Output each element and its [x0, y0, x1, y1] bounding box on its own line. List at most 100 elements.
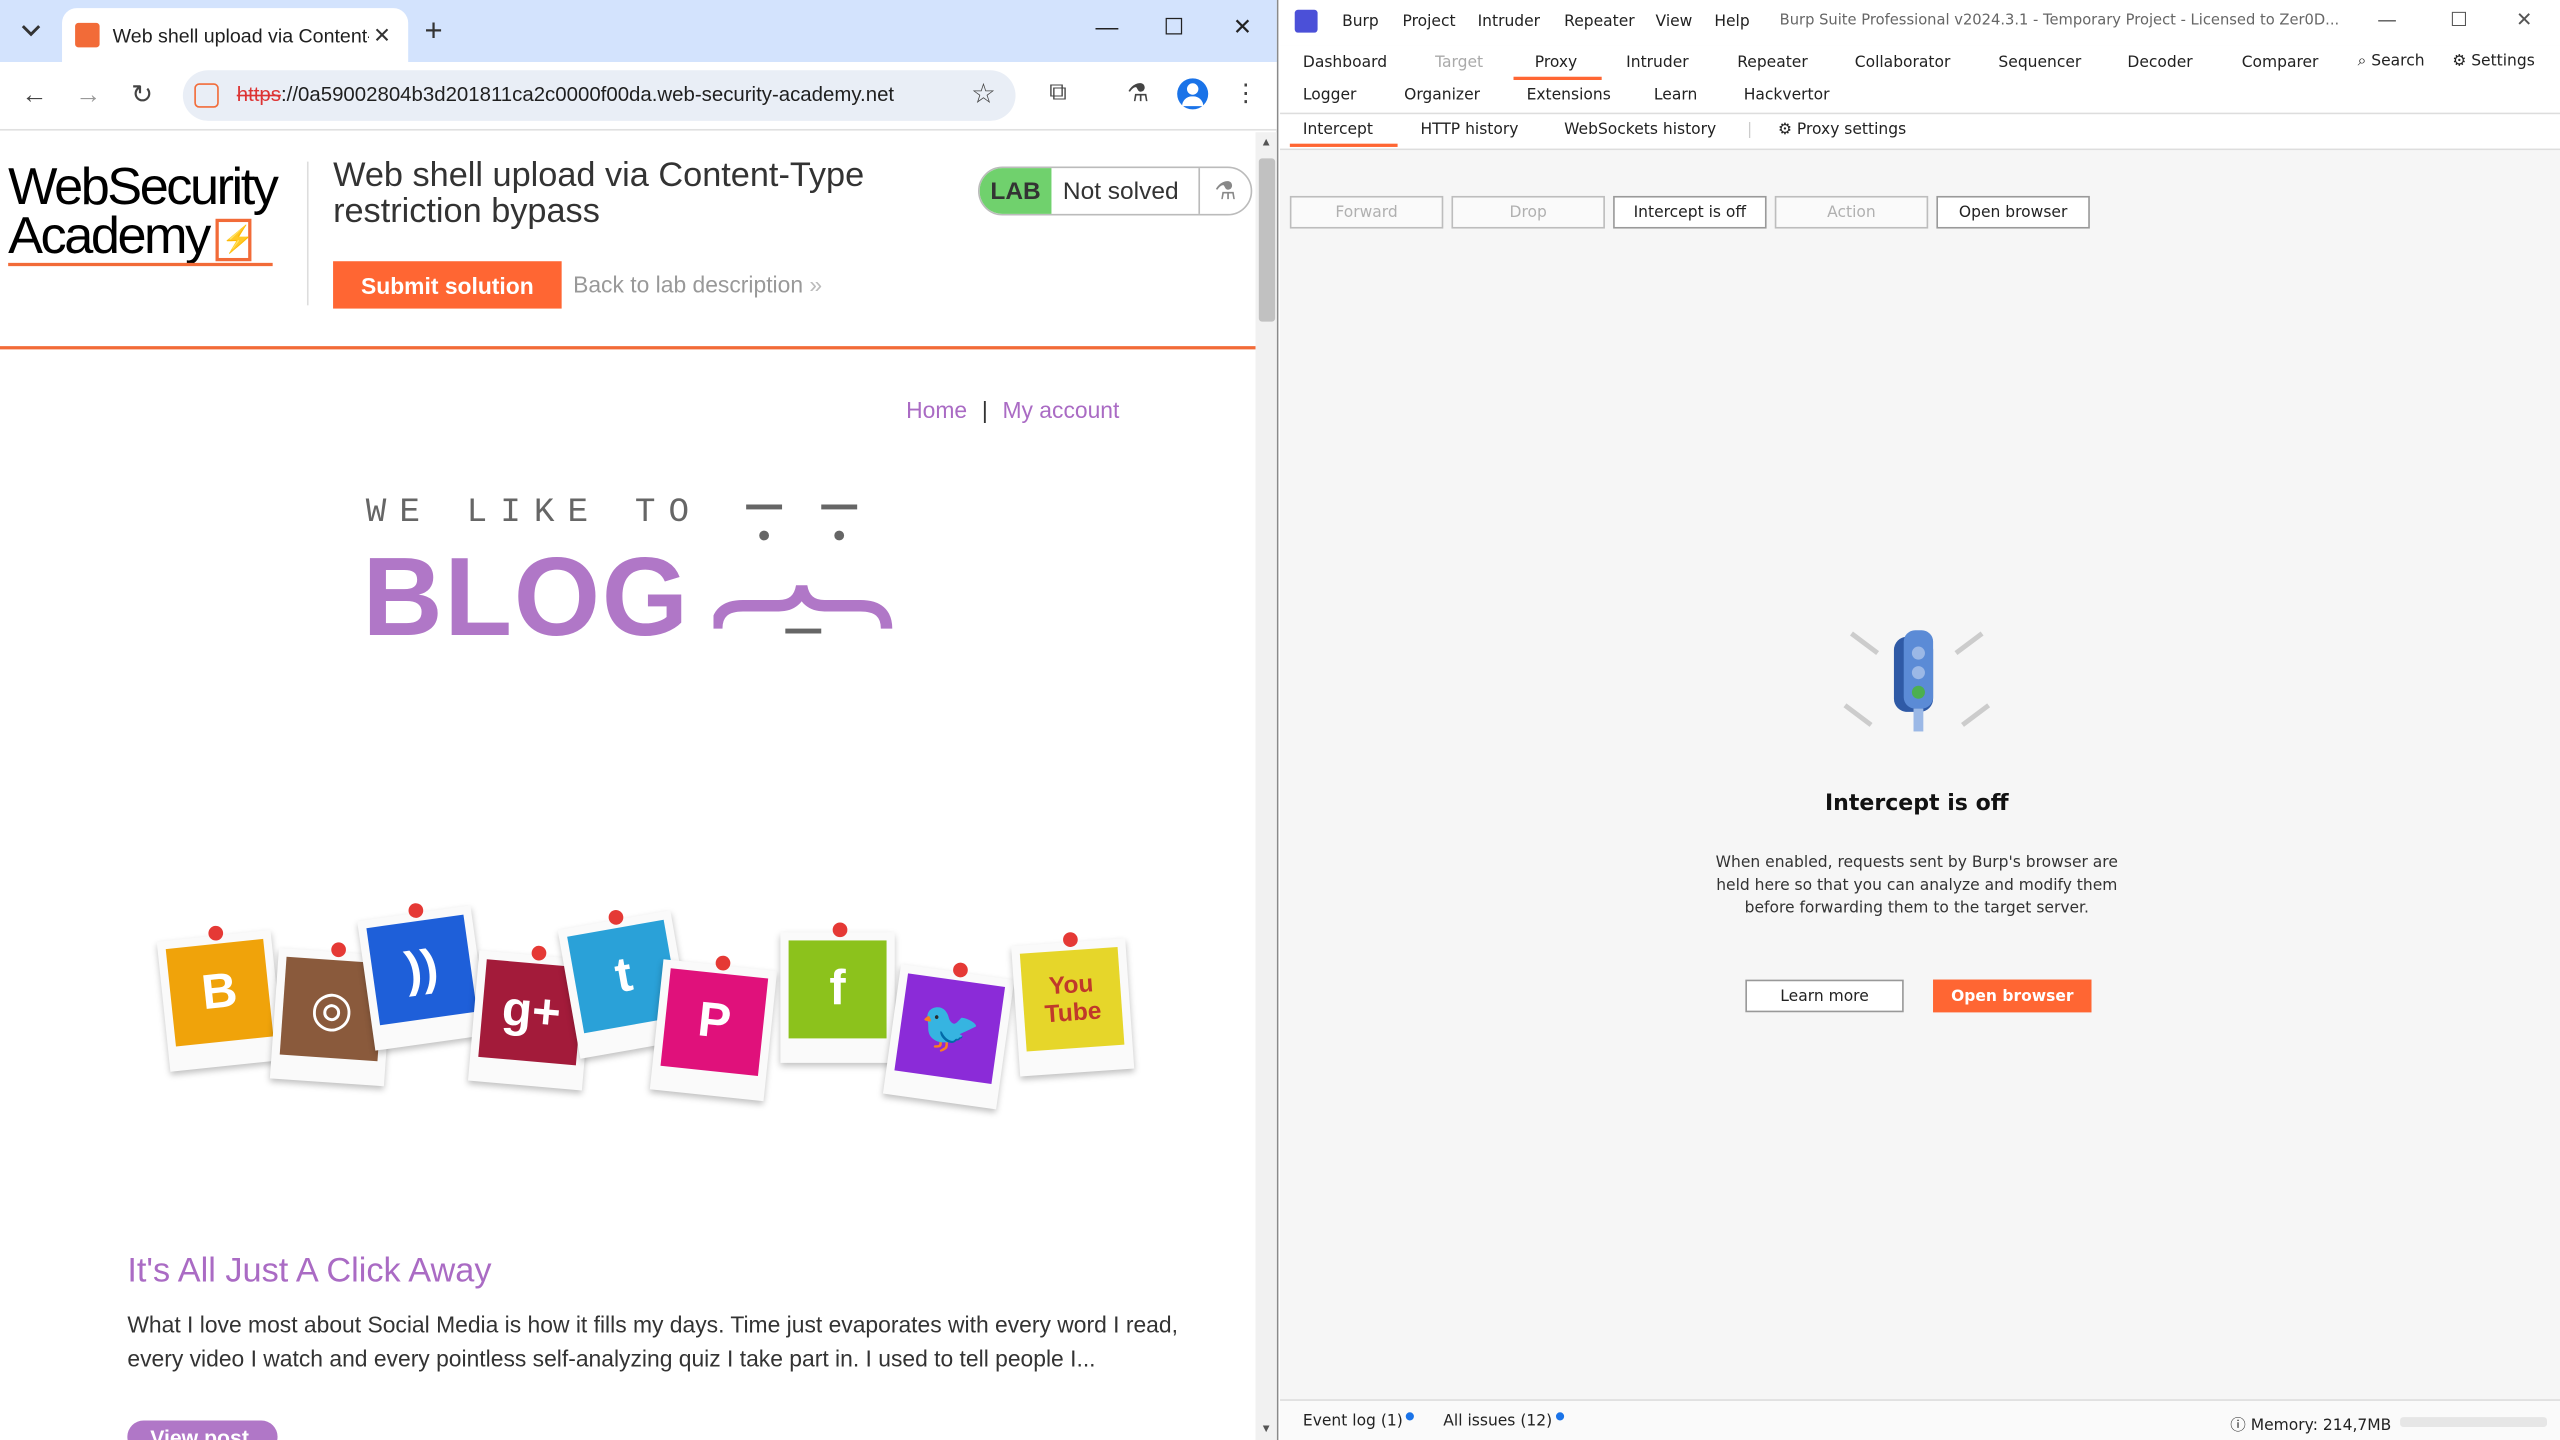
open-browser-button[interactable]: Open browser	[1933, 979, 2092, 1013]
tab-comparer[interactable]: Comparer	[2242, 54, 2319, 72]
menu-intruder[interactable]: Intruder	[1478, 13, 1540, 31]
menu-burp[interactable]: Burp	[1342, 13, 1379, 31]
action-button[interactable]: Action	[1774, 195, 1929, 229]
scroll-thumb[interactable]	[1258, 158, 1276, 322]
pushpin-icon	[330, 941, 347, 958]
tab-organizer[interactable]: Organizer	[1404, 87, 1480, 105]
burp-window: Burp Project Intruder Repeater View Help…	[1280, 0, 2560, 1440]
burp-status-bar: Event log (1) All issues (12) ⓘ Memory: …	[1280, 1399, 2560, 1440]
bookmark-star-icon[interactable]: ☆	[971, 78, 996, 111]
social-tile-youtube: You Tube	[1011, 931, 1135, 1077]
web-page: WebSecurity Academy Web shell upload via…	[0, 132, 1256, 1440]
social-tile-face: You Tube	[1019, 946, 1125, 1052]
open-browser-toolbar-button[interactable]: Open browser	[1936, 195, 2090, 229]
social-tile-pinterest: P	[649, 955, 778, 1102]
tab-learn[interactable]: Learn	[1654, 87, 1697, 105]
all-issues-link[interactable]: All issues (12)	[1443, 1412, 1564, 1430]
tab-logger[interactable]: Logger	[1303, 87, 1356, 105]
url-text[interactable]: https://0a59002804b3d201811ca2c0000f00da…	[237, 83, 894, 106]
site-info-icon[interactable]	[194, 83, 219, 108]
tab-proxy[interactable]: Proxy	[1513, 54, 1602, 81]
tab-sequencer[interactable]: Sequencer	[1998, 54, 2081, 72]
forward-icon[interactable]: →	[70, 78, 106, 114]
profile-avatar[interactable]	[1177, 78, 1209, 110]
scroll-up-icon[interactable]: ▲	[1260, 137, 1271, 148]
empty-state-title: Intercept is off	[1824, 790, 2009, 817]
address-bar[interactable]: https://0a59002804b3d201811ca2c0000f00da…	[182, 70, 1016, 121]
menu-repeater[interactable]: Repeater	[1564, 13, 1635, 31]
pushpin-icon	[714, 955, 732, 972]
site-nav: Home | My account	[906, 397, 1119, 423]
social-tile-f: f	[780, 922, 895, 1063]
tab-collaborator[interactable]: Collaborator	[1855, 54, 1951, 72]
brand-face-icon	[713, 504, 893, 634]
social-tile-blogger: B	[156, 925, 285, 1072]
info-icon: ⓘ	[2230, 1417, 2246, 1436]
maximize-icon[interactable]: ☐	[1149, 13, 1198, 41]
subtab-http-history[interactable]: HTTP history	[1420, 121, 1518, 139]
memory-label: Memory: 214,7MB	[2250, 1417, 2392, 1436]
proxy-settings-label: Proxy settings	[1796, 120, 1907, 139]
subtab-websockets-history[interactable]: WebSockets history	[1564, 121, 1716, 139]
subtab-intercept[interactable]: Intercept	[1289, 121, 1398, 147]
page-scrollbar[interactable]: ▲ ▼	[1255, 132, 1277, 1440]
lab-header: WebSecurity Academy Web shell upload via…	[0, 132, 1256, 350]
close-tab-icon[interactable]: ✕	[369, 22, 395, 48]
logo-line2: Academy	[8, 205, 211, 265]
reload-icon[interactable]: ↻	[124, 78, 160, 114]
menu-kebab-icon[interactable]: ⋮	[1228, 78, 1264, 108]
social-tile-face: ))	[366, 914, 478, 1026]
settings-button[interactable]: ⚙ Settings	[2452, 52, 2535, 70]
burp-maximize-icon[interactable]: ☐	[2443, 8, 2476, 31]
memory-indicator: ⓘ Memory: 214,7MB	[2230, 1412, 2391, 1435]
menu-view[interactable]: View	[1656, 13, 1693, 31]
forward-button[interactable]: Forward	[1289, 195, 1444, 229]
tab-hackvertor[interactable]: Hackvertor	[1744, 87, 1830, 105]
labs-flask-icon[interactable]: ⚗	[1120, 78, 1156, 108]
gear-icon: ⚙	[2452, 52, 2467, 71]
nav-separator: |	[981, 396, 988, 423]
scroll-down-icon[interactable]: ▼	[1260, 1424, 1271, 1435]
search-button[interactable]: ⌕ Search	[2358, 52, 2425, 70]
nav-my-account-link[interactable]: My account	[1002, 397, 1119, 423]
nav-home-link[interactable]: Home	[906, 397, 967, 423]
tab-repeater[interactable]: Repeater	[1737, 54, 1808, 72]
new-tab-button[interactable]: +	[425, 15, 443, 51]
tab-intruder[interactable]: Intruder	[1626, 54, 1688, 72]
submit-solution-button[interactable]: Submit solution	[333, 261, 562, 309]
social-tile-face: P	[660, 968, 769, 1076]
header-divider	[306, 161, 309, 306]
settings-label: Settings	[2471, 52, 2535, 71]
tab-dashboard[interactable]: Dashboard	[1303, 54, 1387, 72]
pushpin-icon	[832, 922, 848, 938]
minimize-icon[interactable]: —	[1082, 13, 1131, 39]
burp-app-title: Burp Suite Professional v2024.3.1 - Temp…	[1779, 13, 2340, 30]
menu-help[interactable]: Help	[1714, 13, 1749, 31]
pushpin-icon	[407, 902, 425, 919]
social-tile-face: 🐦	[894, 973, 1006, 1085]
browser-tab[interactable]: Web shell upload via Content- ✕	[62, 8, 409, 63]
burp-minimize-icon[interactable]: —	[2371, 8, 2404, 31]
drop-button[interactable]: Drop	[1451, 195, 1605, 229]
extensions-icon[interactable]: ⧉	[1040, 78, 1076, 106]
tab-search-button[interactable]	[11, 13, 50, 49]
event-log-indicator	[1406, 1412, 1415, 1421]
learn-more-button[interactable]: Learn more	[1745, 979, 1904, 1013]
logo-underline	[8, 262, 273, 267]
tab-extensions[interactable]: Extensions	[1527, 87, 1611, 105]
intercept-toggle-button[interactable]: Intercept is off	[1613, 195, 1767, 229]
post-title[interactable]: It's All Just A Click Away	[127, 1252, 491, 1291]
proxy-settings-button[interactable]: ⚙ Proxy settings	[1778, 121, 1906, 139]
tab-title: Web shell upload via Content-	[112, 23, 369, 47]
brand-title: BLOG	[362, 535, 690, 660]
tab-target[interactable]: Target	[1435, 54, 1483, 72]
tab-decoder[interactable]: Decoder	[2127, 54, 2192, 72]
web-security-academy-logo[interactable]: WebSecurity Academy	[8, 160, 302, 265]
back-to-lab-description-link[interactable]: Back to lab description »	[573, 271, 822, 297]
back-icon[interactable]: ←	[16, 78, 52, 114]
menu-project[interactable]: Project	[1402, 13, 1455, 31]
burp-close-icon[interactable]: ✕	[2508, 8, 2541, 31]
event-log-link[interactable]: Event log (1)	[1303, 1412, 1415, 1430]
close-window-icon[interactable]: ✕	[1218, 13, 1267, 41]
view-post-button[interactable]: View post	[127, 1420, 278, 1440]
